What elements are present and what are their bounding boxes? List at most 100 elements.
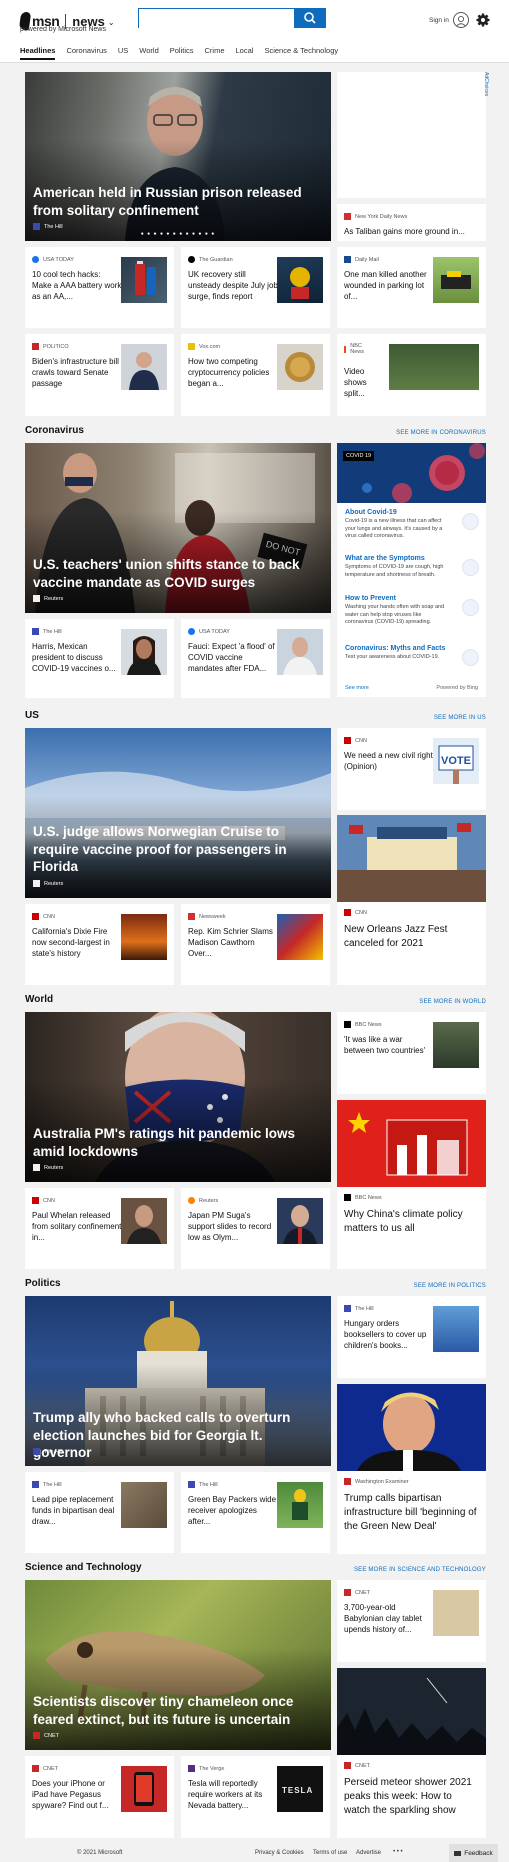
- card-title[interactable]: Perseid meteor shower 2021 peaks this we…: [344, 1776, 479, 1818]
- card-title[interactable]: New Orleans Jazz Fest canceled for 2021: [344, 923, 479, 951]
- gear-icon[interactable]: [475, 12, 491, 28]
- chevron-down-icon[interactable]: ⌄: [108, 18, 115, 27]
- sign-in-link[interactable]: Sign in: [429, 17, 449, 24]
- news-card[interactable]: Newsweek Rep. Kim Schrier Slams Madison …: [181, 904, 330, 985]
- ad-choices-link[interactable]: AdChoices: [483, 72, 489, 96]
- card-title[interactable]: Harris, Mexican president to discuss COV…: [32, 641, 122, 674]
- card-title[interactable]: Why China's climate policy matters to us…: [344, 1208, 479, 1236]
- terms-link[interactable]: Terms of use: [313, 1850, 347, 1856]
- nav-crime[interactable]: Crime: [205, 46, 225, 60]
- see-more-us[interactable]: SEE MORE IN US: [434, 715, 486, 721]
- card-title[interactable]: Does your iPhone or iPad have Pegasus sp…: [32, 1778, 122, 1811]
- news-card[interactable]: CNET Does your iPhone or iPad have Pegas…: [25, 1756, 174, 1838]
- nav-headlines[interactable]: Headlines: [20, 46, 56, 60]
- card-title[interactable]: Video shows split...: [344, 366, 384, 399]
- politics-hero-card[interactable]: Trump ally who backed calls to overturn …: [25, 1296, 331, 1466]
- news-card[interactable]: CNN Paul Whelan released from solitary c…: [25, 1188, 174, 1269]
- card-title[interactable]: We need a new civil right (Opinion): [344, 750, 434, 772]
- covid-item-title[interactable]: How to Prevent: [345, 595, 479, 602]
- covid-item-title[interactable]: What are the Symptoms: [345, 555, 479, 562]
- covid-item-symptoms[interactable]: What are the Symptoms Symptoms of COVID-…: [345, 555, 479, 579]
- privacy-link[interactable]: Privacy & Cookies: [255, 1850, 304, 1856]
- advertise-link[interactable]: Advertise: [356, 1850, 381, 1856]
- card-title[interactable]: UK recovery still unsteady despite July …: [188, 269, 278, 302]
- card-title[interactable]: How two competing cryptocurrency policie…: [188, 356, 278, 389]
- coronavirus-hero-card[interactable]: DO NOT U.S. teachers' union shifts stanc…: [25, 443, 331, 613]
- scitech-hero-card[interactable]: Scientists discover tiny chameleon once …: [25, 1580, 331, 1750]
- news-card[interactable]: CNET 3,700-year-old Babylonian clay tabl…: [337, 1580, 486, 1662]
- section-title-science-technology[interactable]: Science and Technology: [25, 1562, 142, 1573]
- news-card[interactable]: The Verge Tesla will reportedly require …: [181, 1756, 330, 1838]
- news-card[interactable]: POLITICO Biden's infrastructure bill cra…: [25, 334, 174, 416]
- card-title[interactable]: Japan PM Suga's support slides to record…: [188, 1210, 278, 1243]
- news-card-large[interactable]: Washington Examiner Trump calls bipartis…: [337, 1384, 486, 1554]
- nav-science-technology[interactable]: Science & Technology: [264, 46, 338, 60]
- nav-world[interactable]: World: [139, 46, 158, 60]
- see-more-science-technology[interactable]: SEE MORE IN SCIENCE AND TECHNOLOGY: [354, 1567, 486, 1573]
- card-title[interactable]: California's Dixie Fire now second-large…: [32, 926, 122, 959]
- card-title[interactable]: Lead pipe replacement funds in bipartisa…: [32, 1494, 122, 1527]
- feedback-button[interactable]: Feedback: [449, 1844, 498, 1862]
- card-title[interactable]: Tesla will reportedly require workers at…: [188, 1778, 278, 1811]
- us-hero-card[interactable]: U.S. judge allows Norwegian Cruise to re…: [25, 728, 331, 898]
- nav-coronavirus[interactable]: Coronavirus: [66, 46, 106, 60]
- nav-us[interactable]: US: [118, 46, 128, 60]
- card-title[interactable]: As Taliban gains more ground in...: [344, 226, 465, 237]
- card-title[interactable]: Rep. Kim Schrier Slams Madison Cawthorn …: [188, 926, 278, 959]
- news-card[interactable]: The Hill Lead pipe replacement funds in …: [25, 1472, 174, 1553]
- hero-title[interactable]: American held in Russian prison released…: [33, 184, 311, 219]
- card-title[interactable]: Biden's infrastructure bill crawls towar…: [32, 356, 122, 389]
- nav-local[interactable]: Local: [236, 46, 254, 60]
- card-title[interactable]: 10 cool tech hacks: Make a AAA battery w…: [32, 269, 122, 302]
- covid-item-about[interactable]: About Covid-19 Covid-19 is a new illness…: [345, 509, 479, 541]
- covid-item-myths[interactable]: Coronavirus: Myths and Facts Test your a…: [345, 645, 479, 666]
- search-button[interactable]: [294, 8, 326, 28]
- card-title[interactable]: Trump calls bipartisan infrastructure bi…: [344, 1492, 479, 1534]
- card-title[interactable]: 'It was like a war between two countries…: [344, 1034, 434, 1056]
- hero-title[interactable]: U.S. judge allows Norwegian Cruise to re…: [33, 823, 311, 876]
- news-card[interactable]: Daily Mail One man killed another wounde…: [337, 247, 486, 328]
- ad-slot[interactable]: [337, 72, 486, 198]
- news-card[interactable]: Reuters Japan PM Suga's support slides t…: [181, 1188, 330, 1269]
- section-title-world[interactable]: World: [25, 994, 53, 1005]
- covid-item-title[interactable]: Coronavirus: Myths and Facts: [345, 645, 479, 652]
- see-more-politics[interactable]: SEE MORE IN POLITICS: [414, 1283, 486, 1289]
- news-card[interactable]: USA TODAY Fauci: Expect 'a flood' of COV…: [181, 619, 330, 698]
- news-card[interactable]: BBC News 'It was like a war between two …: [337, 1012, 486, 1094]
- news-card[interactable]: Vox.com How two competing cryptocurrency…: [181, 334, 330, 416]
- card-title[interactable]: One man killed another wounded in parkin…: [344, 269, 434, 302]
- card-title[interactable]: Fauci: Expect 'a flood' of COVID vaccine…: [188, 641, 278, 674]
- news-card[interactable]: USA TODAY 10 cool tech hacks: Make a AAA…: [25, 247, 174, 328]
- card-title[interactable]: Paul Whelan released from solitary confi…: [32, 1210, 122, 1243]
- news-card-large[interactable]: BBC News Why China's climate policy matt…: [337, 1100, 486, 1269]
- nav-politics[interactable]: Politics: [170, 46, 194, 60]
- covid-item-prevent[interactable]: How to Prevent Washing your hands often …: [345, 595, 479, 627]
- news-card[interactable]: CNN California's Dixie Fire now second-l…: [25, 904, 174, 985]
- news-card[interactable]: The Hill Green Bay Packers wide receiver…: [181, 1472, 330, 1553]
- section-title-coronavirus[interactable]: Coronavirus: [25, 425, 84, 436]
- see-more-world[interactable]: SEE MORE IN WORLD: [419, 999, 486, 1005]
- top-hero-card[interactable]: American held in Russian prison released…: [25, 72, 331, 241]
- card-title[interactable]: 3,700-year-old Babylonian clay tablet up…: [344, 1602, 434, 1635]
- user-avatar-icon[interactable]: [453, 12, 469, 28]
- hero-title[interactable]: Scientists discover tiny chameleon once …: [33, 1693, 311, 1728]
- card-title[interactable]: Green Bay Packers wide receiver apologiz…: [188, 1494, 278, 1527]
- section-title-politics[interactable]: Politics: [25, 1278, 61, 1289]
- carousel-dots[interactable]: ● ● ● ● ● ● ● ● ● ● ● ●: [25, 231, 331, 237]
- world-hero-card[interactable]: Australia PM's ratings hit pandemic lows…: [25, 1012, 331, 1182]
- covid-item-title[interactable]: About Covid-19: [345, 509, 479, 516]
- news-card-large[interactable]: CNET Perseid meteor shower 2021 peaks th…: [337, 1668, 486, 1838]
- news-card[interactable]: NBC News Video shows split...: [337, 334, 486, 416]
- hero-title[interactable]: Trump ally who backed calls to overturn …: [33, 1409, 311, 1462]
- search-field[interactable]: [138, 8, 294, 28]
- see-more-coronavirus[interactable]: SEE MORE IN CORONAVIRUS: [396, 430, 486, 436]
- hero-title[interactable]: Australia PM's ratings hit pandemic lows…: [33, 1125, 311, 1160]
- side-card[interactable]: New York Daily News As Taliban gains mor…: [337, 204, 486, 241]
- search-input[interactable]: [139, 10, 294, 28]
- news-card[interactable]: The Hill Hungary orders booksellers to c…: [337, 1296, 486, 1378]
- news-card[interactable]: The Hill Harris, Mexican president to di…: [25, 619, 174, 698]
- news-card-large[interactable]: CNN New Orleans Jazz Fest canceled for 2…: [337, 815, 486, 985]
- section-title-us[interactable]: US: [25, 710, 39, 721]
- hero-title[interactable]: U.S. teachers' union shifts stance to ba…: [33, 556, 311, 591]
- card-title[interactable]: Hungary orders booksellers to cover up c…: [344, 1318, 434, 1351]
